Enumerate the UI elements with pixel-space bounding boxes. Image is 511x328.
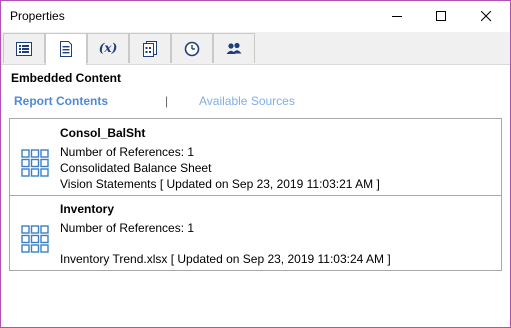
subnav-separator: | <box>165 94 169 108</box>
close-button[interactable] <box>464 1 509 32</box>
users-icon <box>226 42 242 54</box>
tab-history[interactable] <box>171 33 213 63</box>
tab-report-pages[interactable] <box>129 33 171 63</box>
properties-window: Properties (x) Embedded Content Report C… <box>0 0 511 328</box>
grid-icon <box>21 149 49 177</box>
item-name: Consol_BalSht <box>60 126 146 140</box>
maximize-button[interactable] <box>419 1 464 32</box>
grid-icon <box>21 225 49 253</box>
tab-formula[interactable]: (x) <box>87 33 129 63</box>
embedded-content-list: Consol_BalSht Number of References: 1 Co… <box>9 118 502 271</box>
item-source: Inventory Trend.xlsx [ Updated on Sep 23… <box>60 252 391 266</box>
title-bar[interactable]: Properties <box>1 1 510 32</box>
tab-users[interactable] <box>213 33 255 63</box>
list-item[interactable]: Consol_BalSht Number of References: 1 Co… <box>10 119 501 196</box>
list-view-icon <box>16 42 32 56</box>
formula-icon: (x) <box>98 41 118 55</box>
item-source: Vision Statements [ Updated on Sep 23, 2… <box>60 177 380 191</box>
section-title: Embedded Content <box>11 71 121 85</box>
properties-toolbar: (x) <box>1 32 510 65</box>
report-pages-icon <box>143 41 157 57</box>
available-sources-link[interactable]: Available Sources <box>199 94 295 108</box>
item-name: Inventory <box>60 202 115 216</box>
item-description: Consolidated Balance Sheet <box>60 161 212 175</box>
clock-icon <box>184 41 200 57</box>
report-contents-link[interactable]: Report Contents <box>14 94 108 108</box>
list-item[interactable]: Inventory Number of References: 1 Invent… <box>10 196 501 270</box>
item-references: Number of References: 1 <box>60 145 195 159</box>
window-title: Properties <box>10 9 65 23</box>
close-icon <box>481 11 492 22</box>
tab-document[interactable] <box>45 33 87 65</box>
document-icon <box>60 41 72 57</box>
minimize-icon <box>392 16 402 17</box>
minimize-button[interactable] <box>375 1 420 32</box>
maximize-icon <box>436 11 446 21</box>
item-references: Number of References: 1 <box>60 221 195 235</box>
tab-list-view[interactable] <box>3 33 45 63</box>
